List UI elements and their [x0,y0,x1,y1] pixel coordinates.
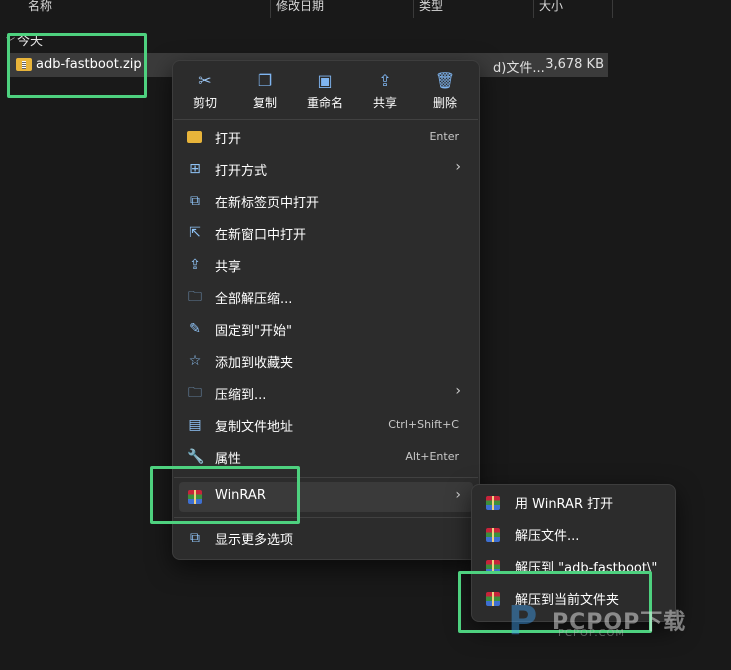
menu-item-open-with[interactable]: ⊞ 打开方式 › [179,154,473,184]
menu-item-open-new-window[interactable]: ⇱ 在新窗口中打开 [179,218,473,248]
share-icon: ⇪ [378,71,392,90]
chevron-right-icon: › [455,383,461,399]
rename-button[interactable]: ▣ 重命名 [301,67,349,115]
wrench-icon: 🔧 [187,449,205,465]
open-with-icon: ⊞ [189,161,201,177]
watermark-subtext: PCPOP.COM [558,628,626,639]
menu-item-label: 复制文件地址 [215,420,294,435]
menu-item-pin-to-start[interactable]: ✎ 固定到"开始" [179,314,473,344]
delete-label: 删除 [432,96,457,110]
menu-item-label: 添加到收藏夹 [215,356,294,371]
rename-icon: ▣ [317,71,333,90]
extract-all-icon: 🗀 [188,289,202,305]
menu-divider [174,119,478,120]
copy-path-icon: ▤ [188,417,202,433]
cut-label: 剪切 [192,96,217,110]
menu-item-label: 打开 [215,132,242,147]
star-icon: ☆ [188,353,202,369]
more-options-icon: ⧉ [190,530,200,546]
new-window-icon: ⇱ [189,225,201,241]
menu-item-open-new-tab[interactable]: ⧉ 在新标签页中打开 [179,186,473,216]
menu-item-label: 在新标签页中打开 [215,196,320,211]
menu-item-extract-all[interactable]: 🗀 全部解压缩... [179,282,473,312]
share-label: 共享 [372,96,397,110]
chevron-right-icon: › [455,487,461,503]
folder-icon [187,129,203,145]
column-modified-date[interactable]: 修改日期 [276,0,324,14]
cut-button[interactable]: ✂ 剪切 [181,67,229,115]
copy-button[interactable]: ❐ 复制 [241,67,289,115]
file-size: 3,678 KB [545,57,604,72]
scissors-icon: ✂ [198,71,212,90]
menu-item-add-favorites[interactable]: ☆ 添加到收藏夹 [179,346,473,376]
submenu-item-label: 用 WinRAR 打开 [515,497,614,512]
menu-item-label: 压缩到... [215,388,267,403]
menu-item-compress-to[interactable]: 🗀 压缩到... › [179,378,473,408]
column-type[interactable]: 类型 [419,0,443,14]
menu-item-label: 在新窗口中打开 [215,228,307,243]
watermark-logo: P [508,598,538,644]
rename-label: 重命名 [306,96,343,110]
menu-item-label: 打开方式 [215,164,268,179]
menu-item-label: 共享 [215,260,242,275]
chevron-right-icon: › [455,159,461,175]
pin-icon: ✎ [189,321,201,337]
compress-icon: 🗀 [188,385,202,401]
trash-icon: 🗑 [434,71,456,90]
shortcut-label: Enter [429,130,459,143]
highlight-frame-file [7,33,147,98]
shortcut-label: Alt+Enter [405,450,459,463]
menu-item-copy-path[interactable]: ▤ 复制文件地址 Ctrl+Shift+C [179,410,473,440]
menu-item-share[interactable]: ⇪ 共享 [179,250,473,280]
submenu-item-label: 解压文件... [515,529,580,544]
column-divider[interactable] [533,0,534,18]
winrar-icon [486,527,500,542]
copy-icon: ❐ [257,71,273,90]
column-size[interactable]: 大小 [539,0,563,14]
menu-item-show-more-options[interactable]: ⧉ 显示更多选项 [179,523,473,553]
share-quick-button[interactable]: ⇪ 共享 [361,67,409,115]
column-header-bar: 名称 修改日期 类型 大小 [0,0,731,18]
column-name[interactable]: 名称 [28,0,52,14]
winrar-icon [486,495,500,510]
submenu-item-open-with-winrar[interactable]: 用 WinRAR 打开 [476,487,671,517]
column-divider[interactable] [413,0,414,18]
column-divider[interactable] [270,0,271,18]
delete-button[interactable]: 🗑 删除 [421,67,469,115]
menu-item-label: 全部解压缩... [215,292,293,307]
menu-item-open[interactable]: 打开 Enter [179,122,473,152]
new-tab-icon: ⧉ [190,193,200,209]
shortcut-label: Ctrl+Shift+C [388,418,459,431]
file-type: d)文件... [493,61,545,76]
column-divider[interactable] [612,0,613,18]
menu-item-label: 显示更多选项 [215,533,294,548]
menu-item-label: 属性 [215,452,242,467]
submenu-item-extract-files[interactable]: 解压文件... [476,519,671,549]
copy-label: 复制 [252,96,277,110]
share-icon: ⇪ [189,257,201,273]
highlight-frame-winrar [150,466,300,524]
menu-item-label: 固定到"开始" [215,324,292,339]
watermark: P PCPOP下载 PCPOP.COM [508,600,728,650]
